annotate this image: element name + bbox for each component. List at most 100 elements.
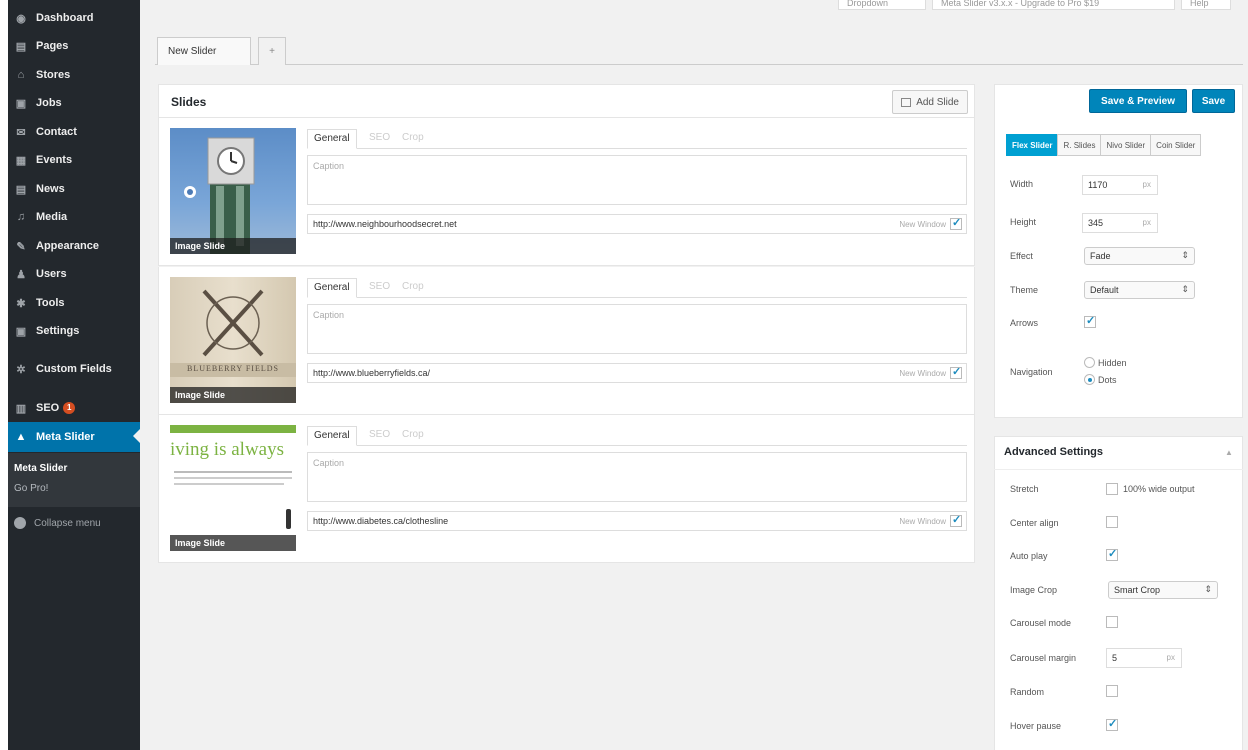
slide-tabs-3: General SEO Crop <box>307 426 967 446</box>
sidebar-item-label: Meta Slider <box>36 431 95 443</box>
sidebar-item-tools[interactable]: ✱ Tools <box>8 289 140 317</box>
carousel-margin-input[interactable]: 5 px <box>1106 648 1182 668</box>
meta-slider-icon: ▲ <box>15 431 27 443</box>
thumb-living-text: iving is always <box>170 439 284 460</box>
image-crop-select[interactable]: Smart Crop <box>1108 581 1218 599</box>
slide-type-label: Image Slide <box>170 535 296 551</box>
collapse-menu-button[interactable]: Collapse menu <box>8 510 140 536</box>
caption-input-1[interactable]: Caption <box>307 155 967 205</box>
slide-tab-crop[interactable]: Crop <box>396 129 430 149</box>
auto-play-checkbox[interactable] <box>1106 547 1118 561</box>
new-window-checkbox-1[interactable] <box>950 216 962 230</box>
width-input[interactable]: 1170 px <box>1082 175 1158 195</box>
hover-pause-checkbox[interactable] <box>1106 717 1118 731</box>
caption-input-2[interactable]: Caption <box>307 304 967 354</box>
slide-tab-crop[interactable]: Crop <box>396 426 430 446</box>
slide-thumbnail-1[interactable]: Image Slide <box>170 128 296 254</box>
save-button[interactable]: Save <box>1192 89 1235 113</box>
random-label: Random <box>1010 687 1045 697</box>
save-preview-button[interactable]: Save & Preview <box>1089 89 1187 113</box>
slide-tab-general[interactable]: General <box>307 129 357 149</box>
slide-tabs-2: General SEO Crop <box>307 278 967 298</box>
nav-dots-radio[interactable] <box>1084 374 1095 385</box>
add-slider-tab[interactable]: + <box>258 37 286 65</box>
sidebar-item-seo[interactable]: ▥ SEO 1 <box>8 394 140 422</box>
tab-new-slider[interactable]: New Slider <box>157 37 251 65</box>
caption-placeholder: Caption <box>313 458 345 468</box>
new-window-option: New Window <box>899 216 962 230</box>
arrows-checkbox[interactable] <box>1084 314 1096 328</box>
theme-select[interactable]: Default <box>1084 281 1195 299</box>
sidebar-item-label: Pages <box>36 40 69 52</box>
nav-dots-option[interactable]: Dots <box>1084 374 1117 385</box>
sidebar-item-settings[interactable]: ▣ Settings <box>8 317 140 345</box>
custom-fields-icon: ✲ <box>16 363 26 376</box>
sidebar-item-dashboard[interactable]: ◉ Dashboard <box>8 4 140 32</box>
submenu-meta-slider[interactable]: Meta Slider <box>8 459 140 479</box>
height-input[interactable]: 345 px <box>1082 213 1158 233</box>
thumb-text-line <box>174 483 284 485</box>
sidebar-item-label: Users <box>36 268 67 280</box>
sidebar-item-users[interactable]: ♟ Users <box>8 260 140 288</box>
topbar-upgrade-button[interactable]: Meta Slider v3.x.x - Upgrade to Pro $19 <box>932 0 1175 10</box>
slide-tab-seo[interactable]: SEO <box>363 129 396 149</box>
new-window-option: New Window <box>899 365 962 379</box>
slider-type-flex[interactable]: Flex Slider <box>1006 134 1059 156</box>
slide-tab-seo[interactable]: SEO <box>363 278 396 298</box>
new-window-option: New Window <box>899 513 962 527</box>
sidebar-item-label: Media <box>36 211 68 223</box>
collapse-caret-icon[interactable]: ▲ <box>1225 448 1233 457</box>
slide-tab-crop[interactable]: Crop <box>396 278 430 298</box>
topbar-help-button[interactable]: Help <box>1181 0 1231 10</box>
sidebar-item-meta-slider[interactable]: ▲ Meta Slider <box>8 422 140 452</box>
slide-tab-seo[interactable]: SEO <box>363 426 396 446</box>
sidebar-item-contact[interactable]: ✉ Contact <box>8 118 140 146</box>
slider-type-coin[interactable]: Coin Slider <box>1150 134 1202 156</box>
settings-icon: ▣ <box>15 325 27 338</box>
width-label: Width <box>1010 179 1034 189</box>
url-input-2[interactable]: http://www.blueberryfields.ca/ New Windo… <box>307 363 967 383</box>
slide-thumbnail-3[interactable]: iving is always Image Slide <box>170 425 296 551</box>
slider-type-rslides[interactable]: R. Slides <box>1057 134 1102 156</box>
nav-hidden-option[interactable]: Hidden <box>1084 357 1127 368</box>
carousel-mode-checkbox[interactable] <box>1106 616 1118 628</box>
sidebar-item-jobs[interactable]: ▣ Jobs <box>8 89 140 117</box>
caption-input-3[interactable]: Caption <box>307 452 967 502</box>
slide-thumbnail-2[interactable]: BLUEBERRY FIELDS Image Slide <box>170 277 296 403</box>
random-checkbox[interactable] <box>1106 685 1118 697</box>
sidebar-item-label: News <box>36 183 65 195</box>
caption-placeholder: Caption <box>313 161 345 171</box>
image-crop-value: Smart Crop <box>1114 585 1161 595</box>
sidebar-item-events[interactable]: ▦ Events <box>8 146 140 174</box>
new-window-checkbox-2[interactable] <box>950 365 962 379</box>
sidebar-item-stores[interactable]: ⌂ Stores <box>8 61 140 89</box>
advanced-settings-title[interactable]: Advanced Settings <box>1004 446 1103 458</box>
slide-tabs-1: General SEO Crop <box>307 129 967 149</box>
stretch-checkbox[interactable] <box>1106 483 1118 495</box>
slide-type-label: Image Slide <box>170 238 296 254</box>
sidebar-item-pages[interactable]: ▤ Pages <box>8 32 140 60</box>
tabs-divider <box>155 64 1243 65</box>
url-input-3[interactable]: http://www.diabetes.ca/clothesline New W… <box>307 511 967 531</box>
slide-row-2: BLUEBERRY FIELDS Image Slide General SEO… <box>158 267 975 415</box>
nav-hidden-radio[interactable] <box>1084 357 1095 368</box>
thumb-text-line <box>174 471 292 473</box>
sidebar-item-news[interactable]: ▤ News <box>8 175 140 203</box>
slide-tab-general[interactable]: General <box>307 278 357 298</box>
add-slide-button[interactable]: Add Slide <box>892 90 968 114</box>
slider-type-nivo[interactable]: Nivo Slider <box>1100 134 1152 156</box>
height-label: Height <box>1010 217 1037 227</box>
sidebar-item-appearance[interactable]: ✎ Appearance <box>8 232 140 260</box>
thumb-text-line <box>174 477 292 479</box>
topbar-dropdown-button[interactable]: Dropdown <box>838 0 926 10</box>
theme-label: Theme <box>1010 285 1039 295</box>
sidebar-item-custom-fields[interactable]: ✲ Custom Fields <box>8 355 140 383</box>
url-input-1[interactable]: http://www.neighbourhoodsecret.net New W… <box>307 214 967 234</box>
slide-tab-general[interactable]: General <box>307 426 357 446</box>
submenu-go-pro[interactable]: Go Pro! <box>8 479 140 499</box>
sidebar-item-media[interactable]: ♫ Media <box>8 203 140 231</box>
new-window-checkbox-3[interactable] <box>950 513 962 527</box>
effect-select[interactable]: Fade <box>1084 247 1195 265</box>
media-icon: ♫ <box>16 211 26 223</box>
center-align-checkbox[interactable] <box>1106 516 1118 528</box>
